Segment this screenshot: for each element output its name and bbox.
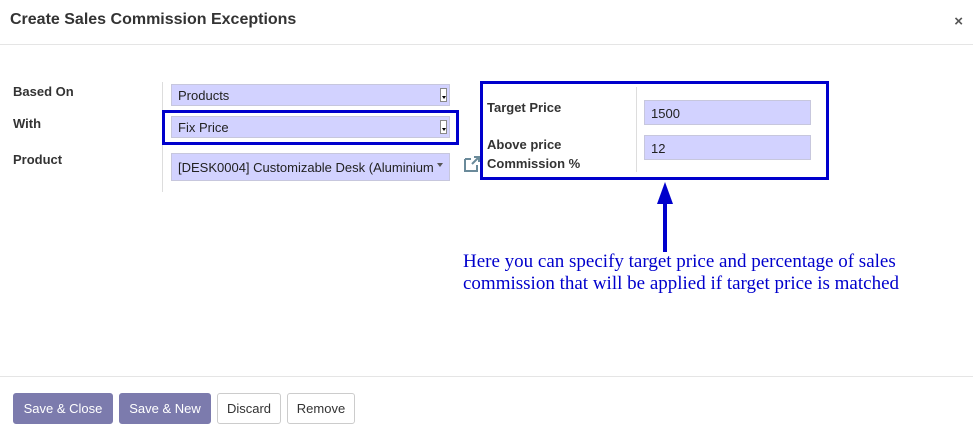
- product-many2one[interactable]: [DESK0004] Customizable Desk (Aluminium: [171, 153, 450, 181]
- annotation-arrow-icon: [657, 182, 673, 252]
- save-close-button[interactable]: Save & Close: [13, 393, 113, 424]
- close-icon[interactable]: ×: [954, 13, 963, 30]
- with-label: With: [13, 116, 42, 131]
- product-label: Product: [13, 152, 63, 167]
- dialog-header: Create Sales Commission Exceptions ×: [0, 0, 973, 45]
- chevron-down-icon: [437, 163, 443, 167]
- with-highlight-box: [162, 110, 459, 145]
- based-on-label: Based On: [13, 84, 74, 99]
- discard-button[interactable]: Discard: [217, 393, 281, 424]
- dialog-title: Create Sales Commission Exceptions: [10, 11, 297, 28]
- based-on-value: Products: [178, 88, 230, 103]
- external-link-icon[interactable]: [462, 154, 482, 174]
- product-value: [DESK0004] Customizable Desk (Aluminium: [178, 160, 434, 175]
- select-arrow-icon: [440, 88, 447, 102]
- based-on-select[interactable]: Products: [171, 84, 450, 106]
- save-new-button[interactable]: Save & New: [119, 393, 211, 424]
- remove-button[interactable]: Remove: [287, 393, 355, 424]
- annotation-note: Here you can specify target price and pe…: [463, 251, 900, 294]
- target-highlight-box: [480, 81, 829, 180]
